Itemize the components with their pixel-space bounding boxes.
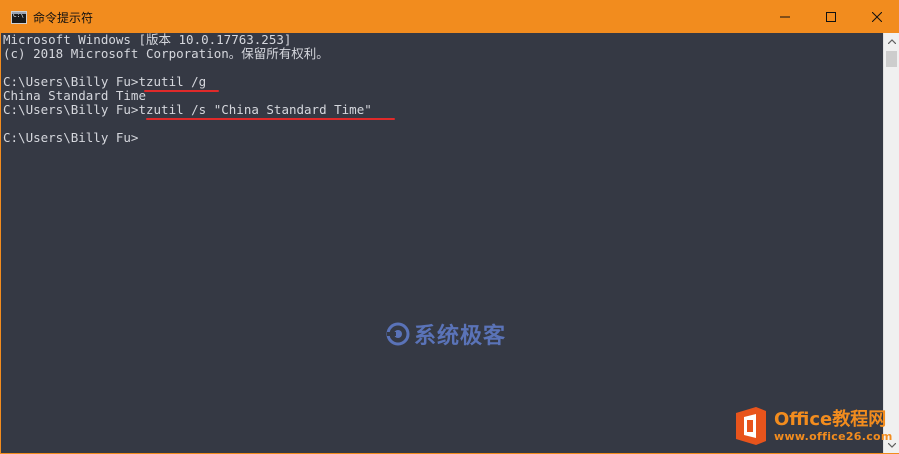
console-line: C:\Users\Billy Fu>tzutil /g [3, 74, 207, 89]
watermark-corner-url: www.office26.com [774, 429, 893, 443]
minimize-icon [780, 16, 790, 18]
close-icon [872, 12, 882, 22]
minimize-button[interactable] [762, 1, 808, 33]
scroll-thumb[interactable] [886, 51, 897, 67]
console-line: C:\Users\Billy Fu>tzutil /s "China Stand… [3, 102, 372, 117]
command-prompt-window: 命令提示符 Microsoft Windows [版本 10.0.17763.2… [0, 0, 899, 454]
window-title: 命令提示符 [33, 10, 94, 25]
xitongjike-logo-icon [386, 322, 410, 346]
chevron-up-icon [888, 38, 896, 44]
command-underline [146, 118, 395, 120]
window-controls [762, 1, 899, 33]
watermark-center: 系统极客 [385, 318, 506, 350]
maximize-icon [826, 12, 836, 22]
close-button[interactable] [854, 1, 899, 33]
scroll-up-arrow[interactable] [884, 33, 899, 49]
console-output[interactable]: Microsoft Windows [版本 10.0.17763.253] (c… [1, 33, 883, 453]
vertical-scrollbar[interactable] [883, 33, 899, 453]
console-line: China Standard Time [3, 88, 146, 103]
console-line: Microsoft Windows [版本 10.0.17763.253] [3, 32, 292, 47]
console-line: (c) 2018 Microsoft Corporation。保留所有权利。 [3, 46, 329, 61]
command-underline [144, 90, 219, 92]
watermark-corner: Office教程网 www.office26.com [732, 405, 893, 447]
title-bar[interactable]: 命令提示符 [1, 1, 899, 33]
console-prompt: C:\Users\Billy Fu> [3, 130, 139, 145]
maximize-button[interactable] [808, 1, 854, 33]
watermark-corner-brand: Office教程网 [774, 408, 887, 430]
office-logo-icon [736, 407, 766, 445]
watermark-center-text: 系统极客 [414, 324, 507, 349]
cmd-app-icon [11, 10, 27, 24]
